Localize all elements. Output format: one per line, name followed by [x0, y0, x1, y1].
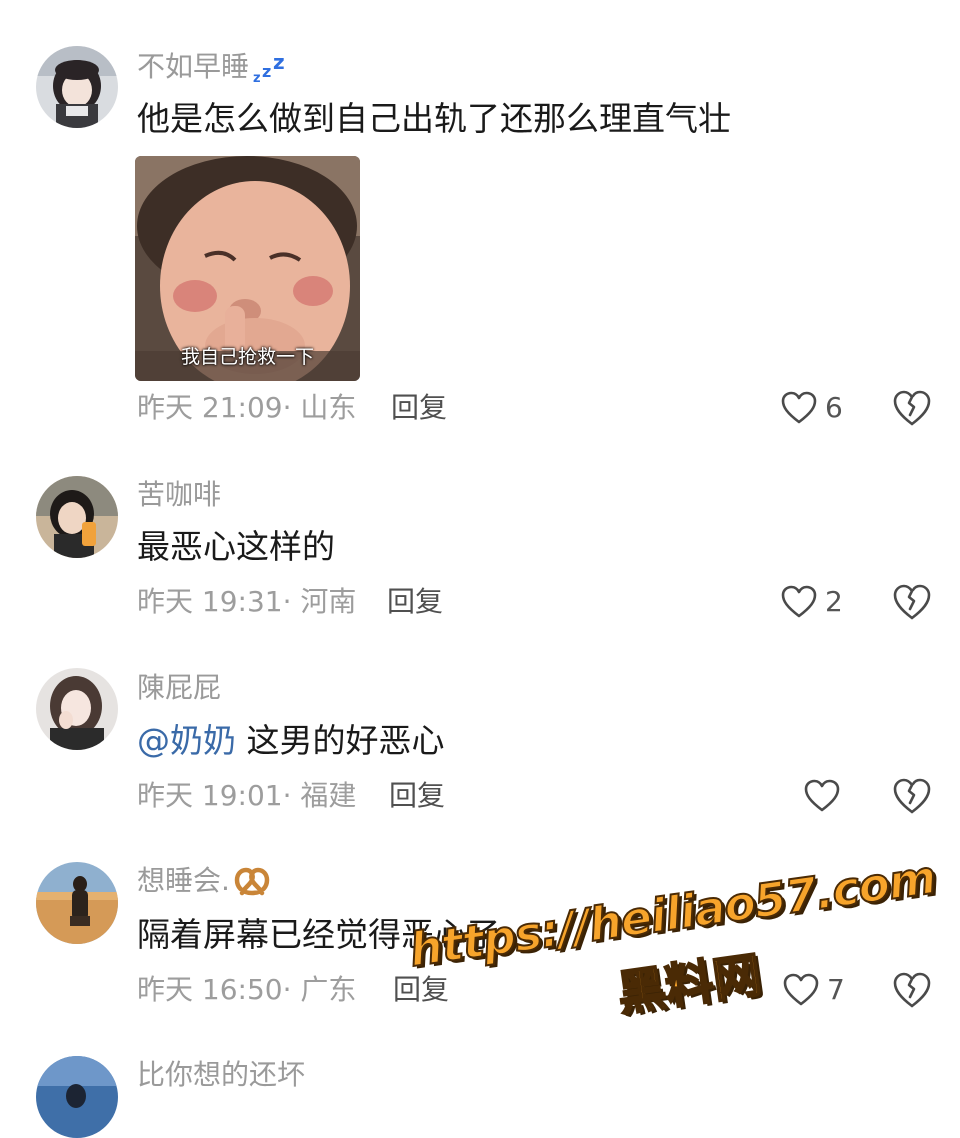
- like-count: 2: [825, 585, 843, 618]
- heart-icon: [781, 585, 817, 618]
- mention-link[interactable]: @奶奶: [137, 721, 236, 760]
- avatar[interactable]: [36, 862, 118, 944]
- heart-icon: [783, 973, 819, 1006]
- broken-heart-icon[interactable]: [892, 776, 932, 816]
- svg-text:z: z: [262, 62, 271, 81]
- broken-heart-icon[interactable]: [892, 970, 932, 1010]
- meta-separator: ·: [282, 585, 301, 618]
- location: 山东: [300, 391, 357, 424]
- comment-text: @奶奶 这男的好恶心: [137, 720, 445, 762]
- pretzel-icon: [234, 867, 270, 896]
- comment-text-body: 这男的好恶心: [236, 721, 445, 760]
- location: 河南: [300, 585, 357, 618]
- broken-heart-icon[interactable]: [892, 388, 932, 428]
- timestamp: 昨天 19:01: [137, 779, 283, 812]
- username[interactable]: 不如早睡 z z z: [137, 50, 293, 85]
- zzz-sleep-icon: z z z: [253, 51, 285, 85]
- meta-separator: ·: [282, 973, 301, 1006]
- reply-button[interactable]: 回复: [389, 779, 445, 813]
- timestamp: 昨天 16:50: [137, 973, 283, 1006]
- like-button[interactable]: 2: [781, 582, 843, 622]
- username-text: 不如早睡: [137, 50, 250, 83]
- sticker-image[interactable]: 我自己抢救一下: [135, 156, 360, 381]
- sticker-caption: 我自己抢救一下: [180, 346, 314, 368]
- like-count: 6: [825, 391, 843, 424]
- avatar[interactable]: [36, 668, 118, 750]
- meta-separator: ·: [282, 391, 301, 424]
- username[interactable]: 比你想的还坏: [137, 1058, 305, 1092]
- heart-icon: [804, 779, 840, 812]
- comment-text: 最恶心这样的: [137, 527, 335, 566]
- location: 福建: [300, 779, 357, 812]
- timestamp: 昨天 19:31: [137, 585, 283, 618]
- watermark-site-name: 黑料网: [613, 946, 765, 1023]
- avatar[interactable]: [36, 46, 118, 128]
- avatar[interactable]: [36, 1056, 118, 1138]
- avatar[interactable]: [36, 476, 118, 558]
- location: 广东: [300, 973, 357, 1006]
- broken-heart-icon[interactable]: [892, 582, 932, 622]
- svg-text:z: z: [273, 51, 285, 74]
- comment-meta: 昨天 16:50· 广东: [137, 973, 356, 1007]
- reply-button[interactable]: 回复: [393, 973, 449, 1007]
- svg-text:z: z: [253, 71, 261, 85]
- comment-meta: 昨天 21:09· 山东: [137, 391, 356, 425]
- like-button[interactable]: [804, 776, 848, 816]
- comment-meta: 昨天 19:31· 河南: [137, 585, 356, 619]
- username[interactable]: 陳屁屁: [137, 671, 221, 705]
- like-button[interactable]: 7: [783, 970, 845, 1010]
- timestamp: 昨天 21:09: [137, 391, 283, 424]
- username[interactable]: 苦咖啡: [137, 478, 221, 512]
- meta-separator: ·: [282, 779, 301, 812]
- heart-icon: [781, 391, 817, 424]
- comment-text: 他是怎么做到自己出轨了还那么理直气壮: [137, 99, 731, 138]
- username-text: 想睡会.: [137, 864, 230, 897]
- previous-item-fragment: [468, 0, 548, 4]
- reply-button[interactable]: 回复: [391, 391, 447, 425]
- like-count: 7: [827, 973, 845, 1006]
- comment-text: 隔着屏幕已经觉得恶心了: [137, 915, 500, 954]
- username[interactable]: 想睡会.: [137, 864, 270, 898]
- comment-meta: 昨天 19:01· 福建: [137, 779, 356, 813]
- like-button[interactable]: 6: [781, 388, 843, 428]
- reply-button[interactable]: 回复: [387, 585, 443, 619]
